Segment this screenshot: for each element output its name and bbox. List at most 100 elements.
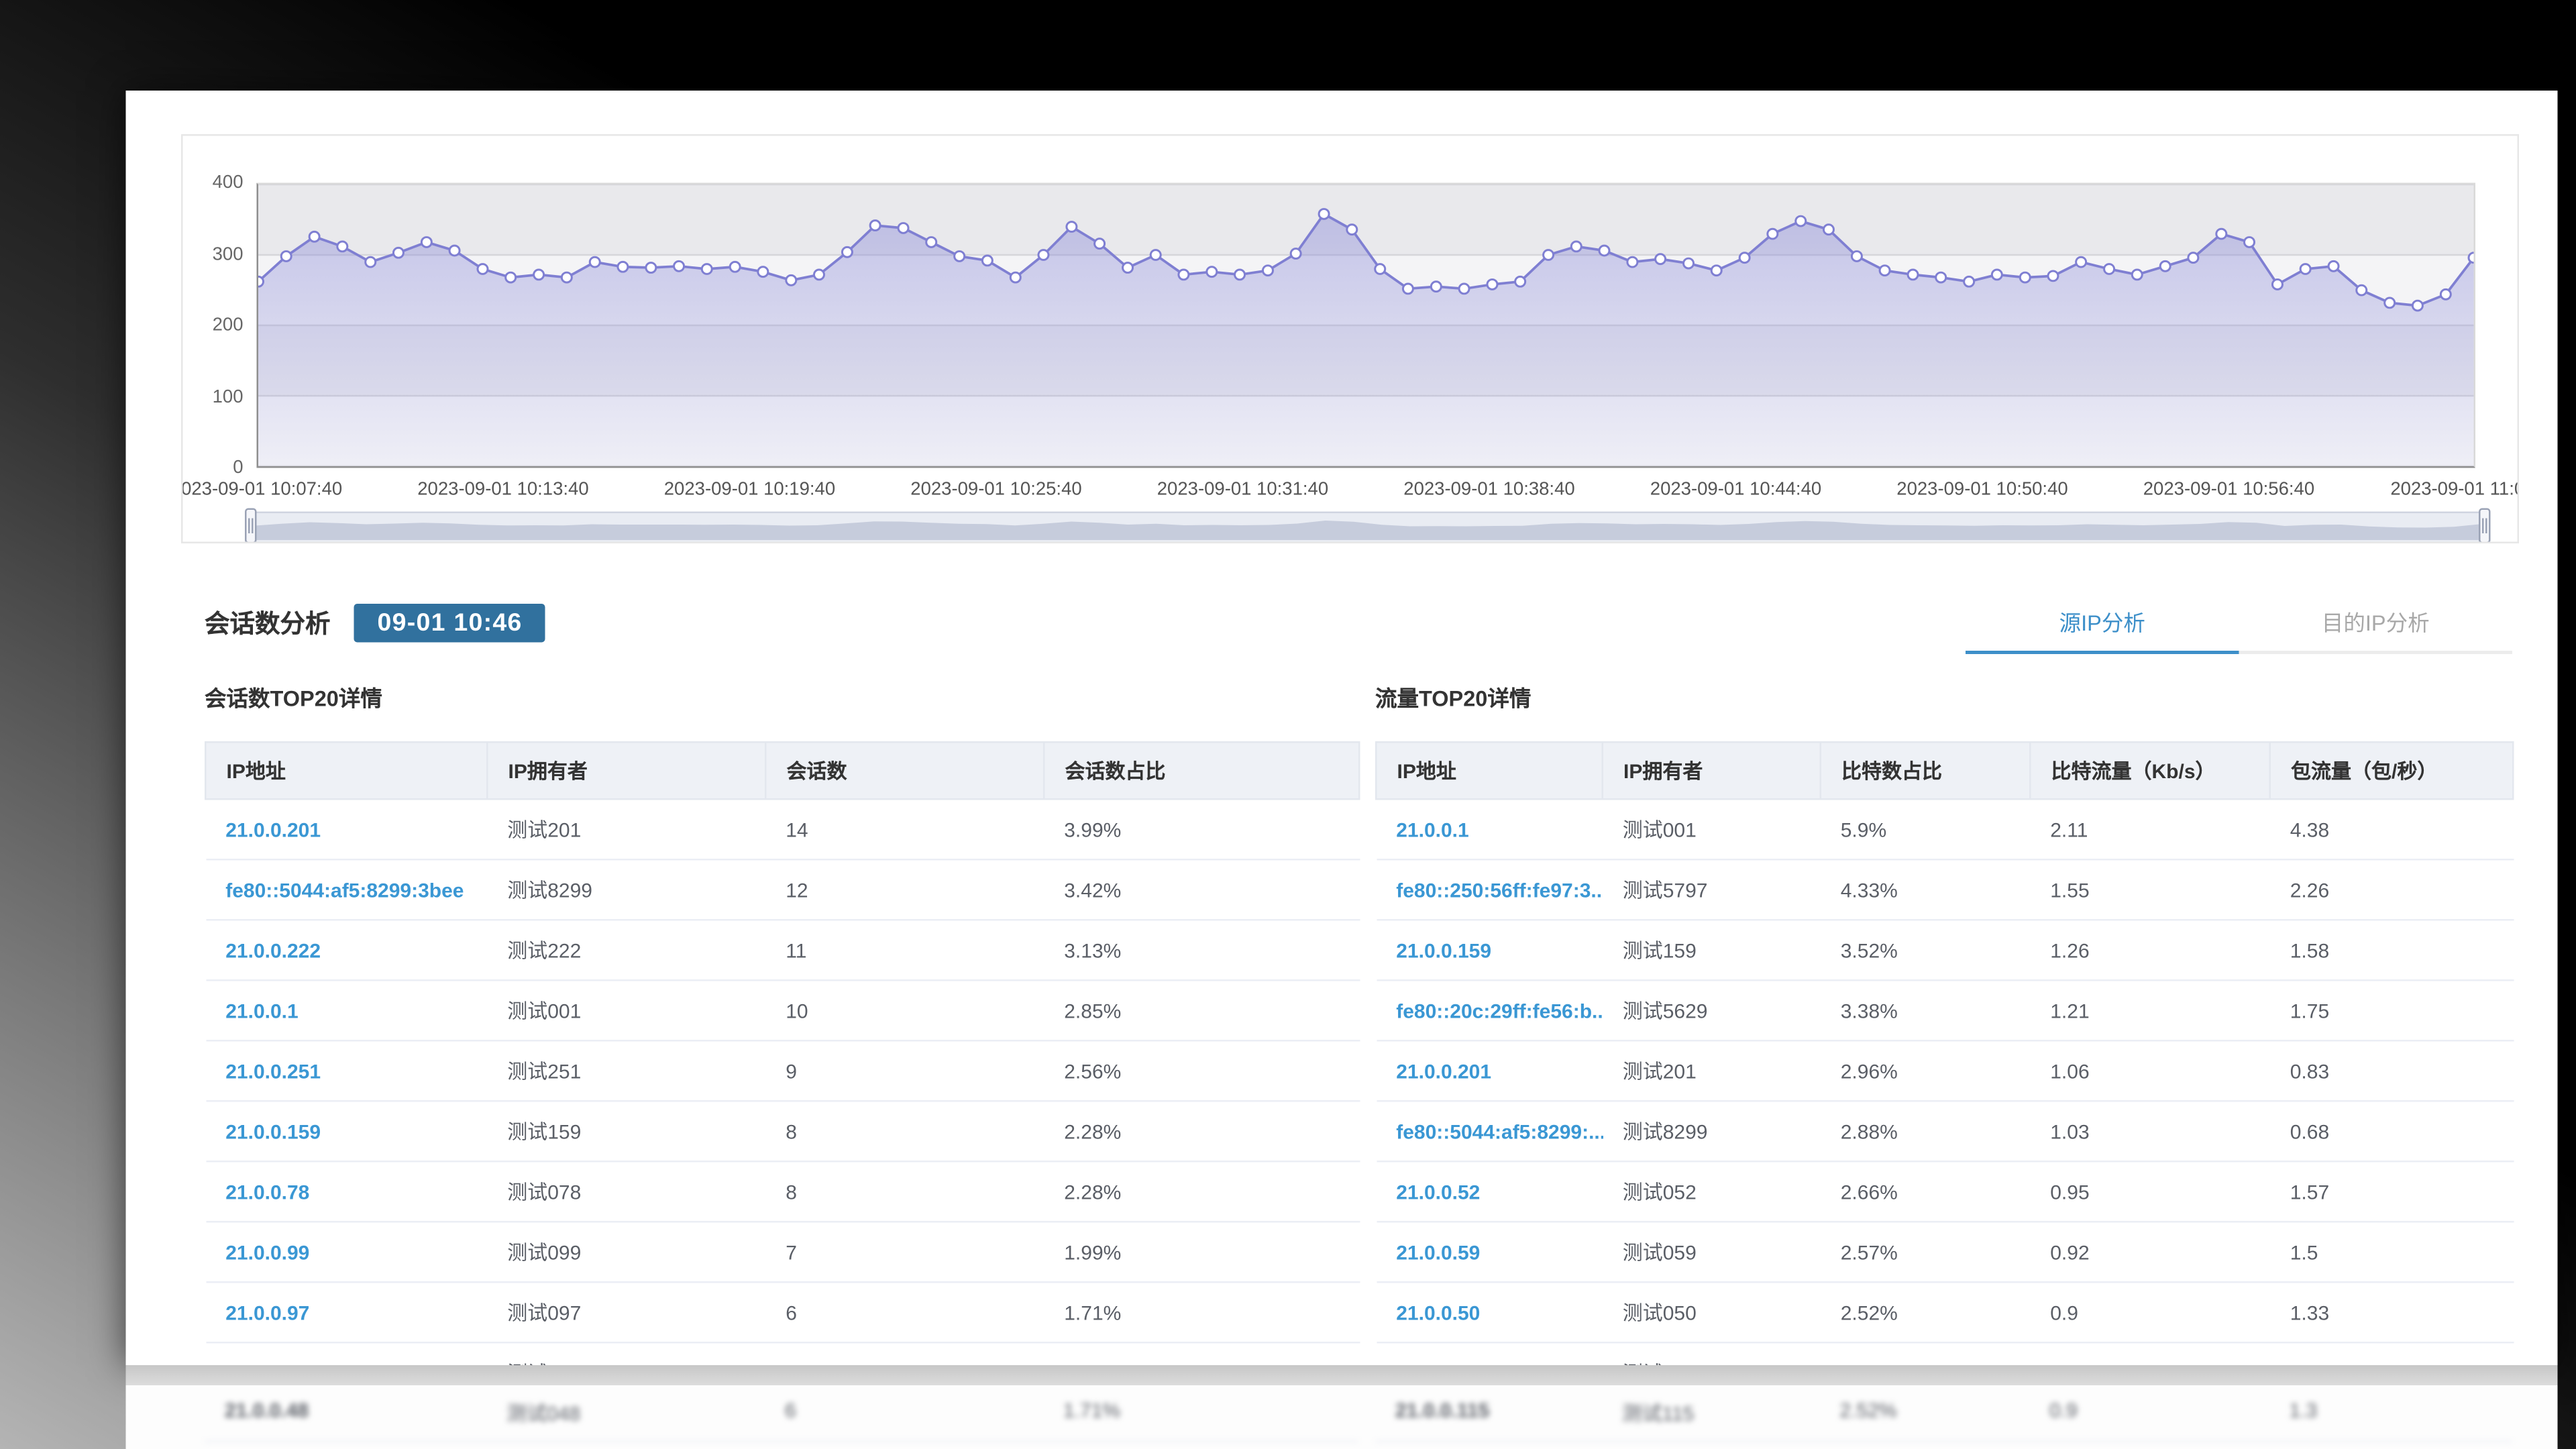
cell: 测试078 (487, 1161, 766, 1223)
ip-address-link[interactable]: fe80::5044:af5:8299:3bee (225, 878, 464, 902)
cell: 测试050 (1602, 1282, 1821, 1344)
cell: 0.83 (2269, 1040, 2514, 1102)
cell: 1.5 (2269, 1222, 2514, 1283)
cell: 2.96% (1820, 1040, 2031, 1102)
table-row: fe80::250:56ff:fe97:3... 测试5797 4.33% 1.55 2… (1376, 859, 2514, 921)
cell: 2.85% (1044, 980, 1360, 1042)
column-header: IP地址 (1375, 741, 1603, 800)
dashboard-card: 0 100 200 300 400 2023-09-01 10:07:40 2023-09… (125, 91, 2558, 1404)
cell: 测试8299 (487, 859, 766, 921)
cell: 1.21 (2030, 980, 2270, 1042)
ip-cell: fe80::5044:af5:8299:... (1376, 1101, 1603, 1163)
ip-address-link[interactable]: 21.0.0.1 (225, 999, 298, 1022)
cell: 测试097 (487, 1282, 766, 1344)
cell: 3.52% (1820, 920, 2031, 981)
ip-address-link[interactable]: fe80::250:56ff:fe97:3... (1396, 878, 1603, 902)
table-row: 21.0.0.201 测试201 2.96% 1.06 0.83 (1376, 1040, 2514, 1102)
ip-address-link[interactable]: 21.0.0.50 (1396, 1301, 1480, 1324)
table-row: fe80::5044:af5:8299:... 测试8299 2.88% 1.03 0.… (1376, 1101, 2514, 1163)
ip-cell: 21.0.0.1 (205, 980, 488, 1042)
data-zoom-handle-left-icon[interactable] (245, 508, 257, 542)
ip-address-link[interactable]: 21.0.0.78 (225, 1180, 309, 1203)
ip-cell: fe80::20c:29ff:fe56:b... (1376, 980, 1603, 1042)
ip-address-link[interactable]: 21.0.0.1 (1396, 818, 1468, 841)
ip-analysis-tabs: 源IP分析 目的IP分析 (1966, 599, 2513, 654)
cell: 6 (785, 1399, 796, 1422)
cell: 测试8299 (1602, 1101, 1821, 1163)
y-axis-label: 200 (212, 315, 244, 335)
table-row: 21.0.0.222 测试222 11 3.13% (205, 920, 1360, 981)
cell: 测试5797 (1602, 859, 1821, 921)
cell: 3.42% (1044, 859, 1360, 921)
cell: 0.95 (2030, 1161, 2270, 1223)
x-axis-labels: 2023-09-01 10:07:40 2023-09-01 10:13:40 20… (183, 480, 2518, 503)
table-row: 21.0.0.78 测试078 8 2.28% (205, 1161, 1360, 1223)
ip-address-link: 21.0.0.48 (225, 1399, 309, 1422)
ip-cell: fe80::5044:af5:8299:3bee (205, 859, 488, 921)
ip-address-link[interactable]: 21.0.0.159 (1396, 938, 1491, 962)
y-axis-labels: 0 100 200 300 400 (183, 173, 247, 478)
tab-source-ip-analysis[interactable]: 源IP分析 (1966, 599, 2239, 654)
ip-address-link[interactable]: 21.0.0.159 (225, 1120, 321, 1143)
cell: 1.03 (2030, 1101, 2270, 1163)
x-axis-label: 2023-09-01 10:31:40 (1157, 480, 1329, 500)
cell: 2.57% (1820, 1222, 2031, 1283)
ip-address-link[interactable]: 21.0.0.201 (225, 818, 321, 841)
cell: 测试222 (487, 920, 766, 981)
sessions-line-chart (256, 182, 2475, 468)
scrolling-blur-rows: 21.0.0.48测试04861.71%21.0.0.1测试00161.71% … (125, 1385, 2558, 1449)
cell: 测试201 (1602, 1040, 1821, 1102)
cell: 测试052 (1602, 1161, 1821, 1223)
cell: 1.99% (1044, 1222, 1360, 1283)
cell: 测试048 (506, 1402, 581, 1426)
cell: 0.68 (2269, 1101, 2514, 1163)
table-row: 21.0.0.251 测试251 9 2.56% (205, 1040, 1360, 1102)
ip-address-link[interactable]: 21.0.0.59 (1396, 1240, 1480, 1264)
y-axis-label: 0 (233, 458, 244, 478)
blurred-table-row: 21.0.0.115 测试115 2.52% 0.9 1.3 (1375, 1385, 2512, 1442)
sessions-top20-table: IP地址 IP拥有者 会话数 会话数占比 21.0.0.201 测试201 14 3.99% f… (205, 741, 1360, 1404)
cell: 1.58 (2269, 920, 2514, 981)
cell: 1.71% (1044, 1282, 1360, 1344)
cell: 4.33% (1820, 859, 2031, 921)
cell: 2.11 (2030, 799, 2270, 861)
sessions-chart-panel: 0 100 200 300 400 2023-09-01 10:07:40 2023-09… (181, 134, 2519, 543)
blurred-table-row: 21.0.0.48 测试048 6 1.71% (205, 1385, 1358, 1442)
cell: 1.55 (2030, 859, 2270, 921)
x-axis-label: 2023-09-01 10:25:40 (910, 480, 1082, 500)
ip-address-link[interactable]: fe80::20c:29ff:fe56:b... (1396, 999, 1603, 1022)
ip-address-link[interactable]: fe80::5044:af5:8299:... (1396, 1120, 1603, 1143)
ip-address-link[interactable]: 21.0.0.97 (225, 1301, 309, 1324)
ip-cell: 21.0.0.222 (205, 920, 488, 981)
table-row: fe80::20c:29ff:fe56:b... 测试5629 3.38% 1.21 1… (1376, 980, 2514, 1042)
y-axis-label: 400 (212, 172, 244, 193)
blurred-table-row: 21.0.0.20测试0202.5%0.91.3 (1375, 1441, 2512, 1449)
cell: 9 (765, 1040, 1044, 1102)
ip-cell: 21.0.0.251 (205, 1040, 488, 1102)
cell: 8 (765, 1101, 1044, 1163)
sessions-table-title: 会话数TOP20详情 (205, 686, 382, 712)
blurred-table-fragment: 21.0.0.48测试04861.71%21.0.0.1测试00161.71% … (126, 1385, 2558, 1449)
ip-cell: 21.0.0.159 (1376, 920, 1603, 981)
cell: 2.88% (1820, 1101, 2031, 1163)
x-axis-label: 2023-09-01 10:56:40 (2143, 480, 2315, 500)
section-title: 会话数分析 (205, 609, 331, 639)
ip-address-link[interactable]: 21.0.0.52 (1396, 1180, 1480, 1203)
ip-address-link[interactable]: 21.0.0.222 (225, 938, 321, 962)
x-axis-label: 2023-09-01 10:38:40 (1403, 480, 1575, 500)
data-zoom-slider[interactable] (245, 508, 2491, 542)
data-zoom-handle-right-icon[interactable] (2479, 508, 2491, 542)
cell: 10 (765, 980, 1044, 1042)
cell: 1.71% (1063, 1399, 1121, 1422)
ip-address-link[interactable]: 21.0.0.99 (225, 1240, 309, 1264)
time-badge: 09-01 10:46 (354, 602, 546, 642)
tab-dest-ip-analysis[interactable]: 目的IP分析 (2239, 599, 2513, 651)
cell: 3.13% (1044, 920, 1360, 981)
ip-address-link[interactable]: 21.0.0.251 (225, 1059, 321, 1083)
column-header: 比特数占比 (1819, 741, 2031, 800)
table-row: 21.0.0.1 测试001 10 2.85% (205, 980, 1360, 1042)
traffic-top20-table: IP地址 IP拥有者 比特数占比 比特流量（Kb/s） 包流量（包/秒） 21.0.0.1… (1375, 741, 2514, 1404)
ip-address-link[interactable]: 21.0.0.201 (1396, 1059, 1491, 1083)
cell: 2.56% (1044, 1040, 1360, 1102)
cell: 1.06 (2030, 1040, 2270, 1102)
